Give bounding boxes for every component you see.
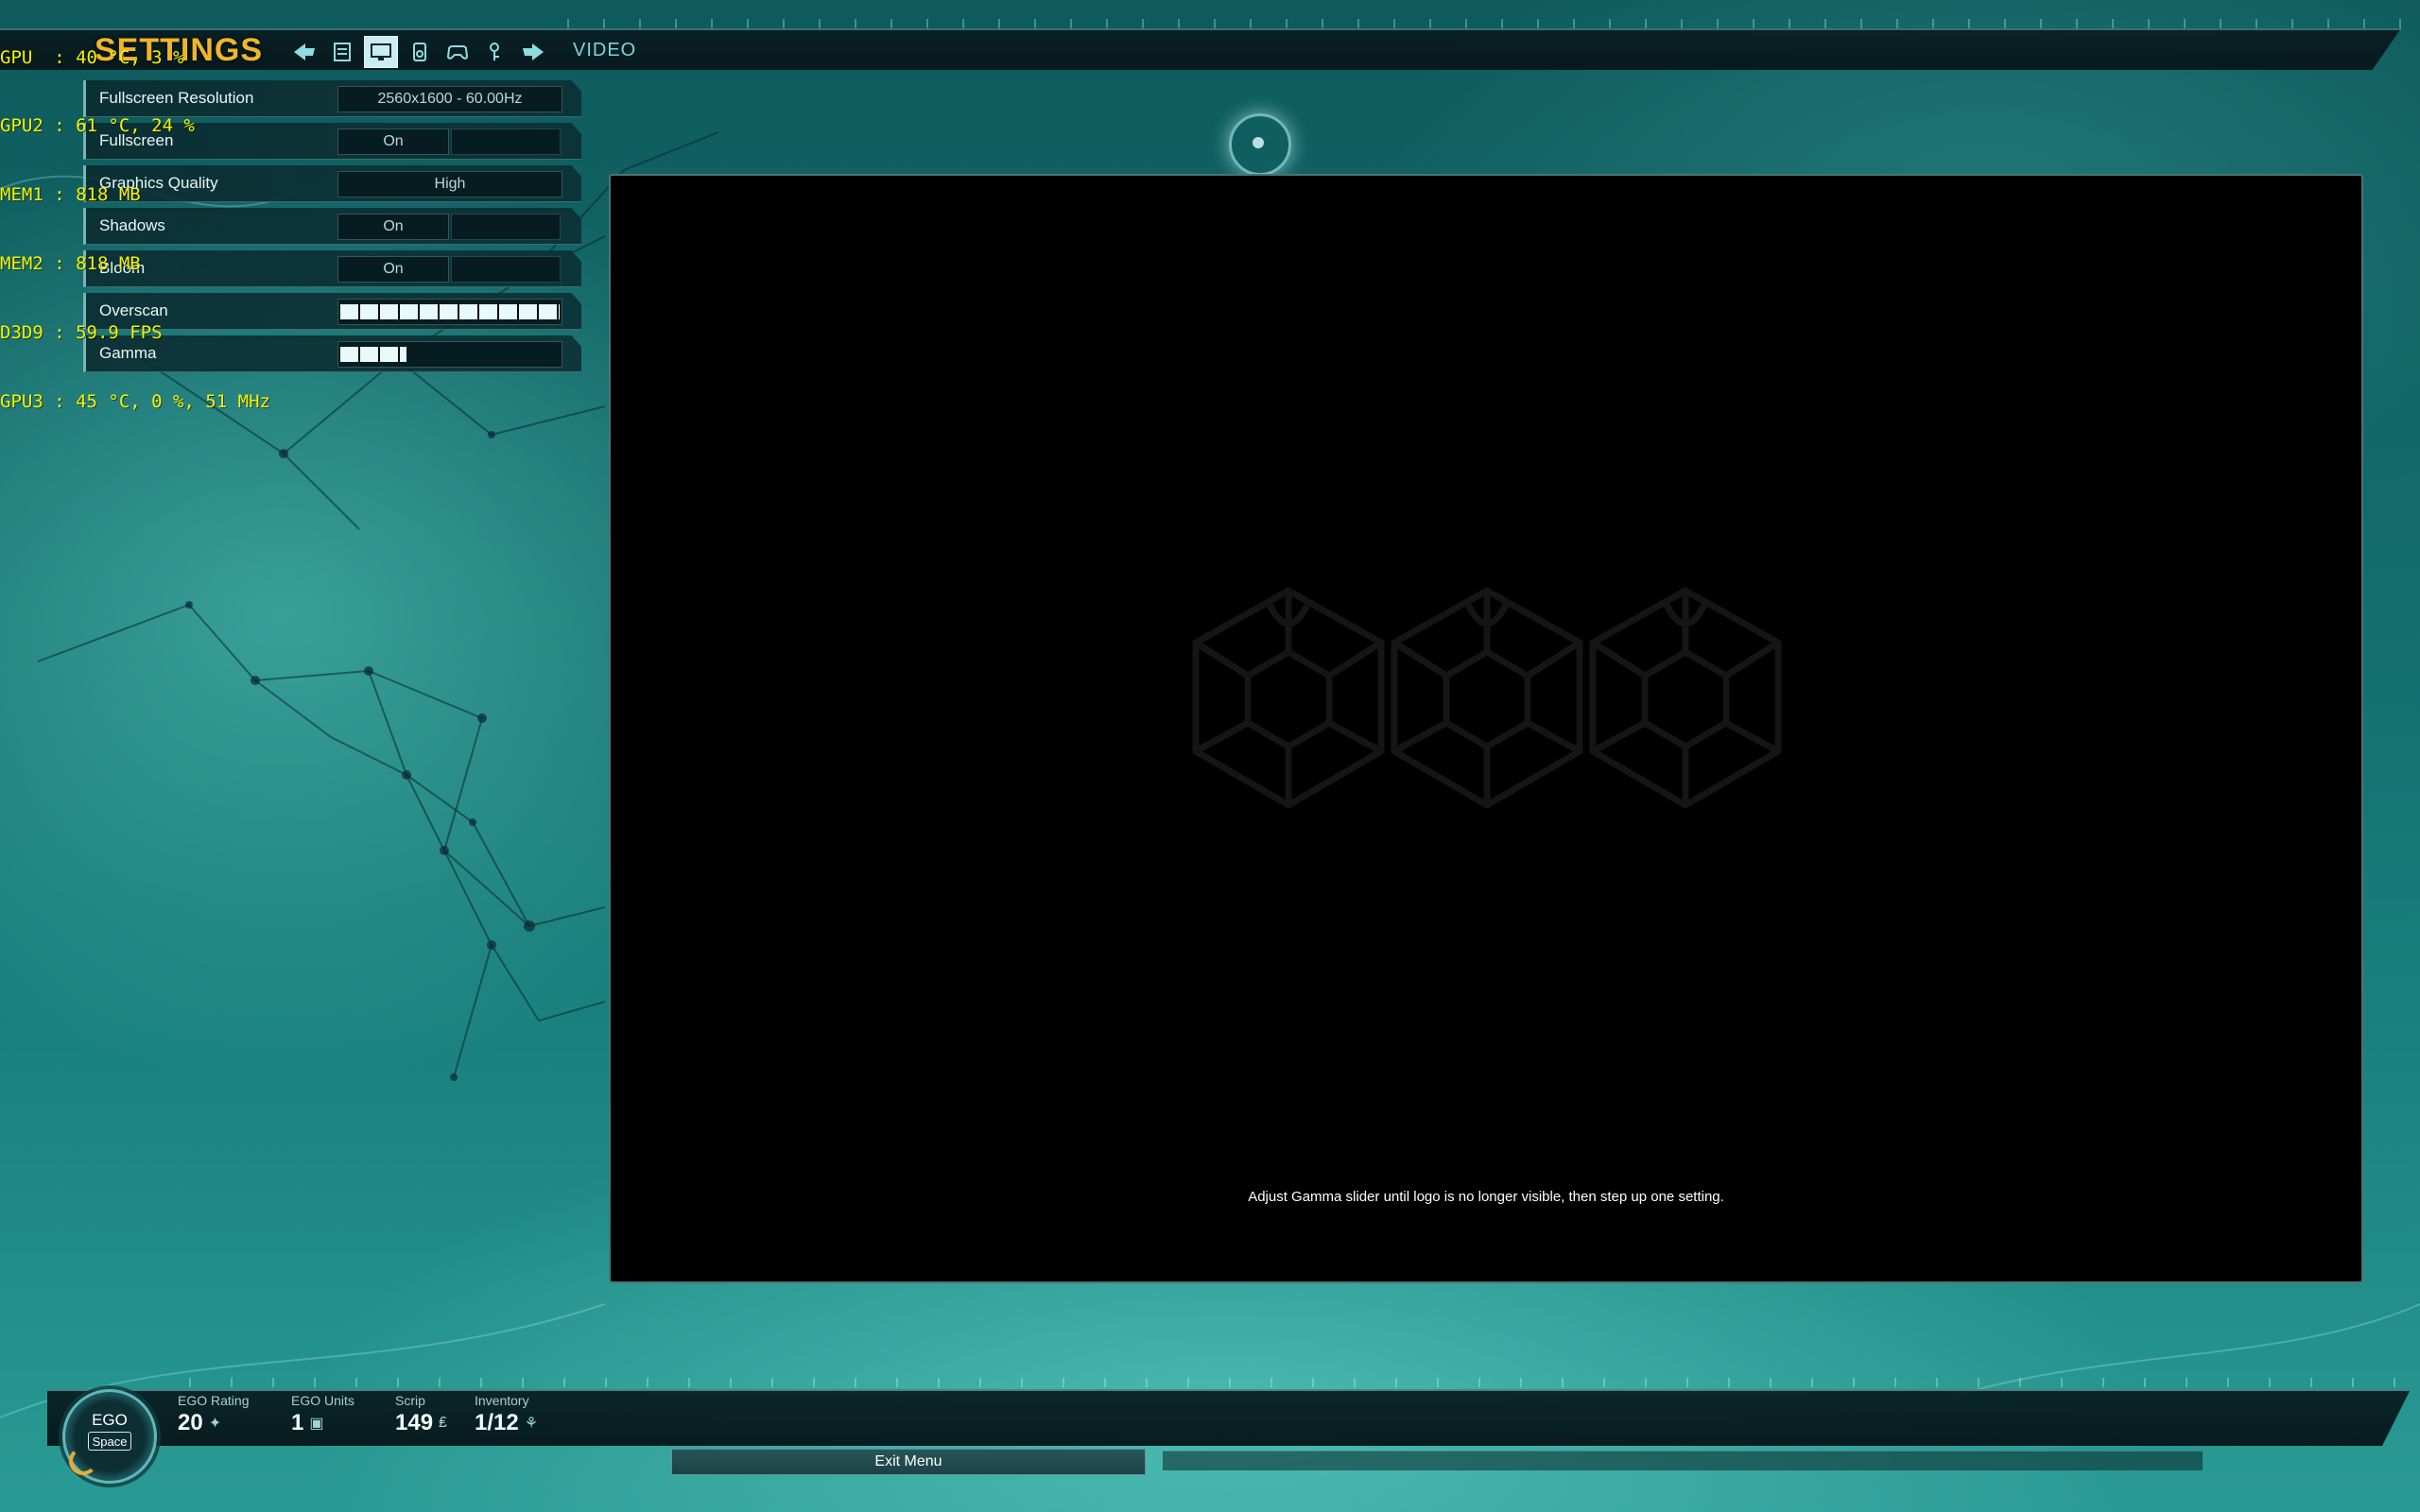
video-monitor-icon[interactable] [364,36,398,68]
ego-unit-icon: ▣ [309,1416,324,1432]
gamma-slider-fill [340,347,406,362]
ego-units-label: EGO Units [291,1393,354,1408]
debug-line-gpu3: GPU3 : 45 °C, 0 %, 51 MHz [0,391,270,413]
ego-rating-value: 20 [178,1410,203,1435]
current-page-label: VIDEO [573,40,637,60]
feather-icon: ✦ [208,1416,222,1432]
gamma-slider[interactable] [337,341,562,368]
bloom-toggle[interactable]: On [337,256,561,283]
ego-progress-arc [69,1447,97,1475]
ego-badge-label: EGO [92,1411,128,1429]
scrip-currency-icon: ₤ [439,1415,447,1431]
space-key-hint: Space [88,1432,131,1451]
game-logo-icon [1192,587,1782,809]
ego-badge[interactable]: EGO Space [62,1389,157,1484]
toggle-value[interactable]: On [337,214,449,240]
debug-line-mem1: MEM1 : 818 MB [0,184,141,206]
resolution-selector[interactable]: 2560x1600 - 60.00Hz [337,86,562,112]
fullscreen-toggle[interactable]: On [337,129,561,155]
gamepad-icon[interactable] [441,37,474,67]
settings-category-nav [288,36,549,68]
shadows-toggle[interactable]: On [337,214,561,240]
target-reticle-icon [1229,113,1291,176]
scrip-stat: Scrip 149 ₤ [395,1393,447,1436]
inventory-label: Inventory [475,1393,529,1408]
scrip-value: 149 [395,1410,434,1435]
debug-line-d3d9: D3D9 : 59.9 FPS [0,322,163,344]
debug-line-mem2: MEM2 : 818 MB [0,253,141,275]
ego-units-stat: EGO Units 1 ▣ [291,1393,354,1436]
graphics-quality-selector[interactable]: High [337,171,562,198]
forward-arrow-icon[interactable] [517,37,549,67]
debug-line-gpu2: GPU2 : 61 °C, 24 % [0,115,195,137]
ego-rating-label: EGO Rating [178,1393,250,1408]
inventory-stat: Inventory 1/12 ⚘ [475,1393,538,1436]
inventory-value: 1/12 [475,1410,519,1435]
toggle-value[interactable]: On [337,256,449,283]
overscan-slider-fill [340,304,560,319]
inventory-bag-icon: ⚘ [524,1416,539,1432]
back-arrow-icon[interactable] [288,37,320,67]
keybind-icon[interactable] [479,37,511,67]
bottom-hud-strip [1163,1451,2203,1470]
toggle-value[interactable]: On [337,129,449,155]
general-settings-icon[interactable] [326,37,358,67]
toggle-off-slot[interactable] [450,129,561,155]
ego-units-value: 1 [291,1410,304,1435]
exit-menu-button[interactable]: Exit Menu [671,1449,1146,1475]
toggle-off-slot[interactable] [450,256,561,283]
hardware-monitor-overlay: GPU : 40 °C, 3 % GPU2 : 61 °C, 24 % MEM1… [0,0,270,437]
overscan-slider[interactable] [337,299,562,325]
toggle-off-slot[interactable] [450,214,561,240]
gamma-instruction-text: Adjust Gamma slider until logo is no lon… [1248,1189,1724,1205]
audio-icon[interactable] [404,37,436,67]
debug-line-gpu: GPU : 40 °C, 3 % [0,46,184,68]
scrip-label: Scrip [395,1393,425,1408]
bottom-decorative-ticks [189,1378,2401,1387]
ego-rating-stat: EGO Rating 20 ✦ [178,1393,249,1436]
gamma-preview-panel: Adjust Gamma slider until logo is no lon… [609,174,2363,1283]
